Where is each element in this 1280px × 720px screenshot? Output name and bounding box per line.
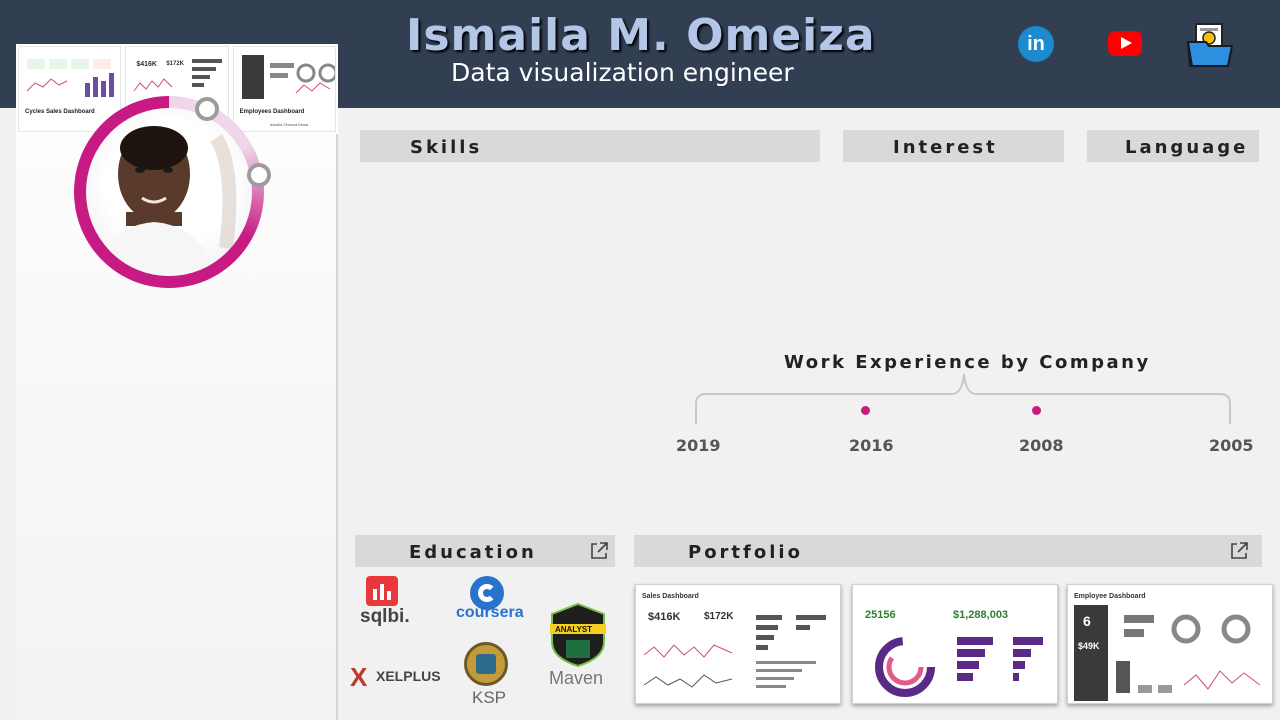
resume-page: Ismaila M. Omeiza Data visualization eng…: [0, 0, 1280, 720]
coursera-logo-text: coursera: [456, 604, 524, 621]
portfolio-kpi: $49K: [1078, 641, 1100, 651]
youtube-icon[interactable]: [1108, 31, 1142, 56]
portfolio-preview-chart: [875, 637, 1043, 697]
portfolio-header: Portfolio: [634, 535, 1262, 567]
avatar: [86, 108, 252, 276]
interest-header: Interest: [843, 130, 1064, 162]
thumbnail-kpi: $172K: [166, 61, 185, 67]
portfolio-preview-chart: [643, 615, 826, 688]
thumbnail-employees[interactable]: Employees Dashboard Ismaila Omeiza Musa: [232, 46, 336, 132]
thumbnail-chart: [241, 55, 335, 99]
interest-title: Interest: [893, 137, 998, 158]
portfolio-card-sales[interactable]: Sales Dashboard $416K $172K: [635, 584, 841, 704]
xelplus-x-icon: X: [350, 662, 368, 692]
profile-name: Ismaila M. Omeiza: [406, 10, 876, 61]
portfolio-kpi: 6: [1083, 613, 1091, 629]
timeline-dot: [861, 406, 870, 415]
xelplus-logo-text: XELPLUS: [376, 668, 441, 684]
thumbnail-author: Ismaila Omeiza Musa: [269, 122, 309, 127]
external-link-icon[interactable]: [589, 541, 609, 561]
work-experience-title: Work Experience by Company: [784, 352, 1151, 373]
sqlbi-logo-text: sqlbi.: [360, 606, 410, 627]
avatar-ring-dot: [195, 97, 219, 121]
avatar-ring-dot: [247, 163, 271, 187]
maven-logo-text: Maven: [549, 668, 604, 688]
linkedin-icon[interactable]: in: [1018, 26, 1054, 62]
timeline-year: 2016: [849, 436, 894, 455]
ksp-crest-icon: [464, 642, 508, 686]
thumbnail-title: Employees Dashboard: [239, 109, 305, 115]
timeline-year: 2019: [676, 436, 721, 455]
maven-analyst-badge-icon: ANALYST: [550, 602, 606, 668]
skills-header: Skills: [360, 130, 820, 162]
sqlbi-logo: sqlbi.: [360, 606, 410, 628]
skills-title: Skills: [410, 137, 483, 158]
portfolio-folder-icon[interactable]: [1186, 22, 1234, 70]
language-header: Language: [1087, 130, 1259, 162]
sqlbi-logo-icon: [366, 576, 398, 606]
thumbnail-chart: [26, 59, 114, 97]
timeline-year: 2005: [1209, 436, 1254, 455]
timeline-year: 2008: [1019, 436, 1064, 455]
education-header: Education: [355, 535, 615, 567]
timeline-dot: [1032, 406, 1041, 415]
education-title: Education: [409, 542, 537, 563]
portfolio-title: Portfolio: [688, 542, 803, 563]
maven-badge-text: ANALYST: [555, 625, 593, 634]
profile-role: Data visualization engineer: [451, 58, 794, 87]
thumbnail-kpi: $416K: [136, 61, 157, 68]
portfolio-card-employee[interactable]: Employee Dashboard 6 $49K: [1067, 584, 1273, 704]
ksp-logo-text: KSP: [472, 688, 507, 707]
portfolio-card-cycles[interactable]: 25156 $1,288,003: [852, 584, 1058, 704]
thumbnail-title: Cycles Sales Dashboard: [25, 109, 95, 115]
timeline-bracket: [695, 373, 1231, 424]
external-link-icon[interactable]: [1229, 541, 1249, 561]
language-title: Language: [1125, 137, 1249, 158]
